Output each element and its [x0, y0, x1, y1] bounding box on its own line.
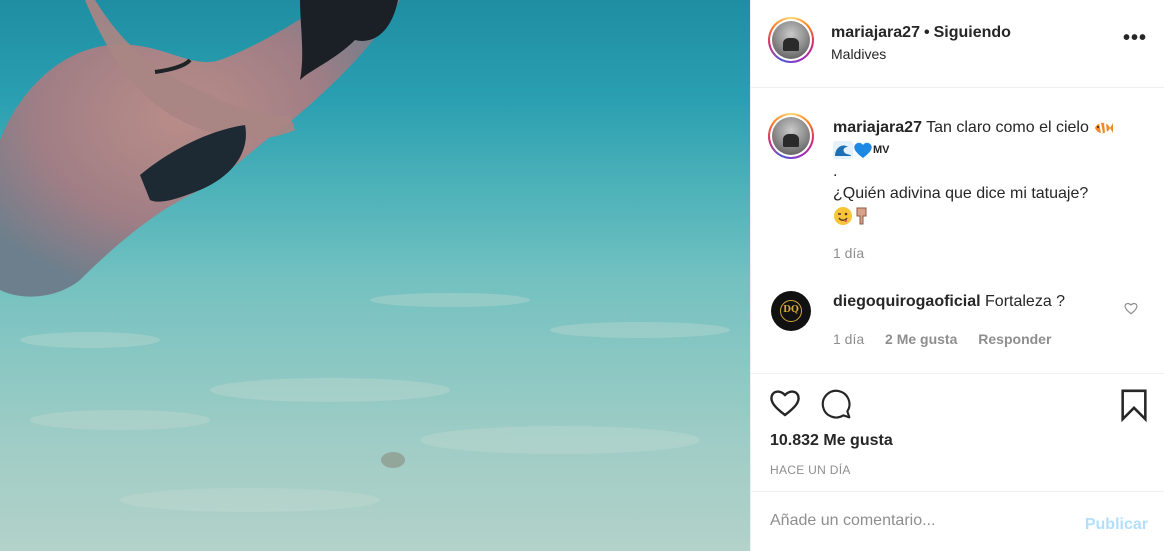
commenter-avatar[interactable]: DQ [771, 291, 811, 331]
comment-composer: Publicar [751, 491, 1164, 551]
posted-ago[interactable]: HACE UN DÍA [770, 463, 851, 477]
post-header: mariajara27 • Siguiendo Maldives ••• [751, 0, 1164, 88]
separator-dot: • [923, 24, 930, 41]
publish-button[interactable]: Publicar [1085, 516, 1148, 534]
winking-face-emoji [834, 207, 852, 225]
underwater-image [0, 0, 750, 551]
wave-emoji [833, 141, 853, 159]
caption-time[interactable]: 1 día [833, 245, 864, 261]
caption-username[interactable]: mariajara27 [833, 119, 922, 136]
bookmark-icon[interactable] [1119, 388, 1149, 422]
caption-line-4: ¿Quién adivina que dice mi tatuaje? [833, 185, 1089, 203]
likes-count[interactable]: 10.832 Me gusta [770, 432, 893, 450]
pointing-down-emoji [856, 207, 867, 225]
comment-time[interactable]: 1 día [833, 331, 864, 347]
caption-line-3: . [833, 163, 838, 181]
comment-text: Fortaleza ? [985, 293, 1066, 310]
commenter-username[interactable]: diegoquirogaoficial [833, 293, 981, 310]
heart-icon[interactable] [769, 388, 801, 418]
fish-emoji [1095, 122, 1114, 134]
caption-author-avatar[interactable] [768, 113, 814, 159]
caption-line-1: Tan claro como el cielo [926, 119, 1089, 136]
comment-icon[interactable] [819, 388, 853, 420]
comment-like-heart-icon[interactable] [1124, 302, 1138, 315]
caption-line-2-suffix: MV [873, 144, 890, 156]
blue-heart-emoji [854, 142, 872, 158]
comment-input[interactable] [770, 508, 1070, 534]
author-avatar[interactable] [768, 17, 814, 63]
commenter-logo: DQ [780, 300, 802, 322]
post-detail-panel: mariajara27 • Siguiendo Maldives ••• maria… [750, 0, 1164, 551]
post-photo[interactable] [0, 0, 750, 551]
more-options-icon[interactable]: ••• [1123, 27, 1147, 50]
follow-status-button[interactable]: Siguiendo [934, 24, 1011, 41]
author-username[interactable]: mariajara27 [831, 24, 920, 41]
comment-likes[interactable]: 2 Me gusta [885, 331, 957, 347]
comment-meta: 1 día 2 Me gusta Responder [833, 331, 1068, 347]
reply-button[interactable]: Responder [978, 331, 1051, 347]
author-line: mariajara27 • Siguiendo [831, 24, 1011, 42]
comment: diegoquirogaoficial Fortaleza ? [833, 293, 1065, 311]
post-location[interactable]: Maldives [831, 46, 886, 62]
post-caption: mariajara27 Tan claro como el cielo MV .… [833, 117, 1143, 227]
post-actions: 10.832 Me gusta HACE UN DÍA [751, 373, 1164, 491]
